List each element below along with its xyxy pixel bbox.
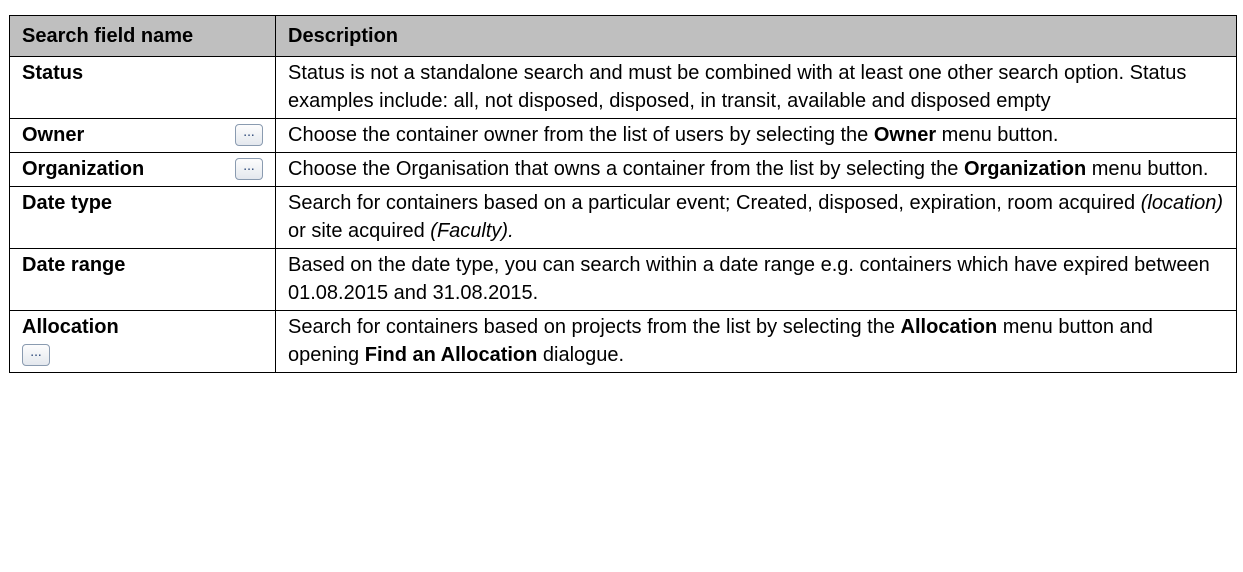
column-header-search-field-name: Search field name	[9, 15, 276, 57]
organization-menu-button: ...	[235, 158, 263, 180]
description-date-type-middle: or site acquired	[288, 220, 431, 242]
field-name-allocation: Allocation	[22, 316, 119, 338]
allocation-menu-button: ...	[22, 344, 50, 366]
description-allocation-text-end: dialogue.	[537, 344, 625, 366]
description-cell: Status is not a standalone search and mu…	[275, 56, 1237, 119]
field-name-date-type: Date type	[22, 192, 113, 214]
field-name-cell: Date type	[9, 186, 276, 249]
description-allocation-dialog-bold: Find an Allocation	[364, 344, 538, 366]
field-name-cell: Allocation ...	[9, 310, 276, 373]
description-allocation-text: Search for containers based on projects …	[288, 316, 901, 338]
field-name-status: Status	[22, 62, 84, 84]
column-header-description: Description	[275, 15, 1237, 57]
table-row-owner: Owner ... Choose the container owner fro…	[9, 118, 1237, 153]
description-cell: Choose the container owner from the list…	[275, 118, 1237, 153]
description-status: Status is not a standalone search and mu…	[288, 62, 1187, 112]
table-row-date-type: Date type Search for containers based on…	[9, 186, 1237, 249]
field-name-date-range: Date range	[22, 254, 126, 276]
description-organization-bold: Organization	[963, 158, 1087, 180]
description-cell: Based on the date type, you can search w…	[275, 248, 1237, 311]
field-name-organization: Organization	[22, 158, 145, 180]
description-organization-text: Choose the Organisation that owns a cont…	[288, 158, 964, 180]
description-cell: Search for containers based on a particu…	[275, 186, 1237, 249]
description-owner-text: Choose the container owner from the list…	[288, 124, 874, 146]
description-owner-bold: Owner	[873, 124, 937, 146]
search-fields-table: Search field name Description Status Sta…	[9, 15, 1237, 373]
field-name-cell: Owner ...	[9, 118, 276, 153]
table-header-row: Search field name Description	[9, 15, 1237, 57]
description-date-type-italic-location: (location)	[1140, 192, 1223, 214]
table-row-date-range: Date range Based on the date type, you c…	[9, 248, 1237, 311]
table-row-organization: Organization ... Choose the Organisation…	[9, 152, 1237, 187]
field-name-owner: Owner	[22, 124, 85, 146]
description-date-type-italic-faculty: (Faculty).	[430, 220, 514, 242]
description-owner-text-end: menu button.	[936, 124, 1059, 146]
table-row-allocation: Allocation ... Search for containers bas…	[9, 310, 1237, 373]
description-date-range: Based on the date type, you can search w…	[288, 254, 1210, 304]
description-cell: Choose the Organisation that owns a cont…	[275, 152, 1237, 187]
description-date-type-text: Search for containers based on a particu…	[288, 192, 1141, 214]
field-name-cell: Date range	[9, 248, 276, 311]
owner-menu-button: ...	[235, 124, 263, 146]
description-allocation-bold: Allocation	[900, 316, 998, 338]
description-cell: Search for containers based on projects …	[275, 310, 1237, 373]
field-name-cell: Status	[9, 56, 276, 119]
description-organization-text-end: menu button.	[1086, 158, 1209, 180]
table-row-status: Status Status is not a standalone search…	[9, 56, 1237, 119]
field-name-cell: Organization ...	[9, 152, 276, 187]
